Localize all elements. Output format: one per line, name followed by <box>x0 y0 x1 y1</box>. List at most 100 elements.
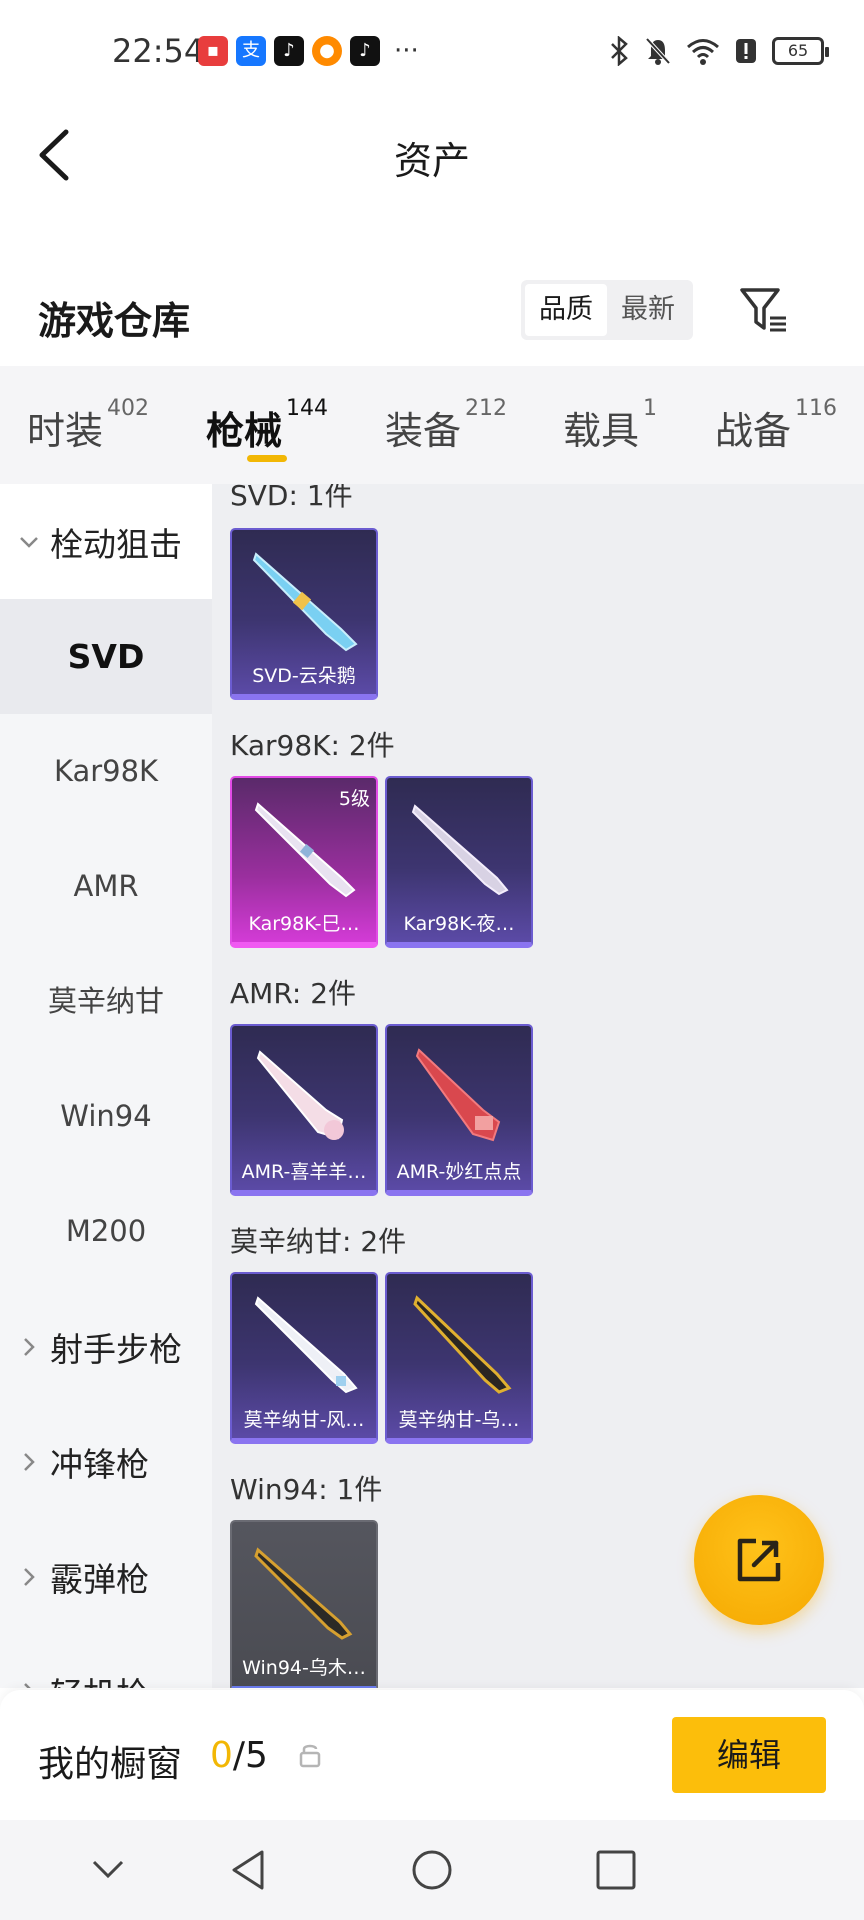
weapon-card-name: SVD-云朵鹅 <box>252 665 356 687</box>
nav-back-icon[interactable] <box>226 1848 270 1892</box>
hide-keyboard-chevron-icon[interactable] <box>88 1848 128 1888</box>
sidebar-group-smg[interactable]: 冲锋枪 <box>0 1404 212 1519</box>
weapon-card-name: 莫辛纳甘-乌… <box>398 1409 520 1431</box>
tab-label: 战备 <box>715 409 792 453</box>
rifle-skin-icon <box>254 1547 353 1640</box>
external-share-icon <box>737 1538 781 1582</box>
group-label-amr: AMR: 2件 <box>230 977 357 1010</box>
tab-count: 116 <box>795 396 838 421</box>
sort-by-newest-button[interactable]: 最新 <box>607 284 689 336</box>
tab-fashion[interactable]: 时装402 <box>27 396 149 455</box>
sidebar-group-label: 冲锋枪 <box>50 1444 149 1484</box>
lock-icon <box>299 1744 321 1768</box>
sidebar-group-shotgun[interactable]: 霰弹枪 <box>0 1519 212 1634</box>
showcase-current-count: 0 <box>210 1735 233 1776</box>
weapon-card-name: Kar98K-巳… <box>248 913 360 935</box>
rifle-skin-icon <box>415 1048 501 1142</box>
huawei-app-icon: ▪ <box>198 36 228 66</box>
chevron-right-icon <box>24 1452 35 1471</box>
status-system-icons: 65 <box>608 36 829 66</box>
nav-home-icon[interactable] <box>410 1848 454 1892</box>
tab-count: 402 <box>107 396 150 421</box>
tiktok-app-icon: ♪ <box>274 36 304 66</box>
category-tabs: 时装402 枪械144 装备212 载具1 战备116 <box>0 366 864 484</box>
showcase-label: 我的橱窗 <box>38 1744 183 1785</box>
tab-count: 1 <box>643 396 658 421</box>
sidebar-group-label: 霰弹枪 <box>50 1559 149 1599</box>
sidebar-item-kar98k[interactable]: Kar98K <box>0 714 212 829</box>
edit-showcase-button[interactable]: 编辑 <box>672 1717 826 1793</box>
sidebar-group-bolt-sniper[interactable]: 栓动狙击 <box>0 484 212 599</box>
tab-equipment[interactable]: 装备212 <box>385 396 507 455</box>
group-label-kar98k: Kar98K: 2件 <box>230 729 395 762</box>
sidebar-item-win94[interactable]: Win94 <box>0 1059 212 1174</box>
showcase-bar: 我的橱窗 0/5 编辑 <box>0 1690 864 1820</box>
weapon-card-name: Win94-乌木… <box>242 1657 366 1679</box>
sidebar-item-mosin[interactable]: 莫辛纳甘 <box>0 944 212 1059</box>
wifi-icon <box>687 39 719 65</box>
weapon-card-kar98k-1[interactable]: 5级 Kar98K-巳… <box>230 776 378 948</box>
weapon-card-kar98k-2[interactable]: Kar98K-夜… <box>385 776 533 948</box>
chevron-down-icon <box>20 536 38 548</box>
weapon-card-mosin-1[interactable]: 莫辛纳甘-风… <box>230 1272 378 1444</box>
tab-count: 144 <box>286 396 329 421</box>
nav-recents-icon[interactable] <box>594 1848 638 1892</box>
active-tab-indicator <box>247 455 287 462</box>
sidebar-item-amr[interactable]: AMR <box>0 829 212 944</box>
rifle-skin-icon <box>252 552 358 652</box>
sidebar-item-svd[interactable]: SVD <box>0 599 212 714</box>
weapon-card-svd-cloud-goose[interactable]: SVD-云朵鹅 <box>230 528 378 700</box>
status-app-icons: ▪ 支 ♪ ● ♪ ··· <box>198 36 419 66</box>
weapon-card-win94[interactable]: Win94-乌木… <box>230 1520 378 1688</box>
section-title: 游戏仓库 <box>38 299 191 343</box>
tab-weapons[interactable]: 枪械144 <box>206 396 328 455</box>
alert-icon <box>736 39 756 63</box>
weapon-level-badge: 5级 <box>338 788 370 810</box>
group-label-win94: Win94: 1件 <box>230 1473 383 1506</box>
tab-label: 时装 <box>27 409 104 453</box>
weapon-card-amr-1[interactable]: AMR-喜羊羊… <box>230 1024 378 1196</box>
battery-icon: 65 <box>772 37 829 65</box>
chevron-right-icon <box>24 1567 35 1586</box>
weapon-card-name: Kar98K-夜… <box>403 913 515 935</box>
chevron-right-icon <box>24 1682 32 1688</box>
weapon-card-mosin-2[interactable]: 莫辛纳甘-乌… <box>385 1272 533 1444</box>
weapon-card-name: AMR-喜羊羊… <box>241 1161 367 1183</box>
rifle-skin-icon <box>254 1296 358 1394</box>
sidebar-item-m200[interactable]: M200 <box>0 1174 212 1289</box>
chevron-right-icon <box>24 1337 35 1356</box>
tab-vehicles[interactable]: 载具1 <box>563 396 657 455</box>
weapon-card-name: AMR-妙红点点 <box>396 1161 522 1183</box>
weapon-card-name: 莫辛纳甘-风… <box>243 1409 365 1431</box>
filter-icon[interactable] <box>738 284 790 336</box>
more-notifications-icon: ··· <box>394 36 419 66</box>
sidebar-group-lmg[interactable]: 轻机枪 <box>0 1634 212 1688</box>
tab-count: 212 <box>465 396 508 421</box>
page-title: 资产 <box>393 139 470 183</box>
rifle-skin-icon <box>256 1050 344 1140</box>
warehouse-section-bar: 游戏仓库 品质 最新 <box>0 270 864 366</box>
share-fab-button[interactable] <box>694 1495 824 1625</box>
tab-label: 载具 <box>563 409 640 453</box>
alipay-app-icon: 支 <box>236 36 266 66</box>
group-label-mosin: 莫辛纳甘: 2件 <box>230 1225 407 1258</box>
showcase-count: 0/5 <box>210 1735 268 1776</box>
tab-label: 枪械 <box>206 409 283 453</box>
sidebar-group-label: 栓动狙击 <box>50 524 182 564</box>
tiktok-app-icon: ♪ <box>350 36 380 66</box>
tab-label: 装备 <box>385 409 462 453</box>
sidebar-group-label: 轻机枪 <box>50 1668 149 1689</box>
sort-by-quality-button[interactable]: 品质 <box>525 284 607 336</box>
bluetooth-icon <box>611 36 628 66</box>
rifle-skin-icon <box>411 804 509 896</box>
header: 资产 <box>0 100 864 210</box>
status-bar: 22:54 ▪ 支 ♪ ● ♪ ··· 65 <box>0 0 864 100</box>
rifle-skin-icon <box>413 1295 512 1394</box>
showcase-total-count: /5 <box>232 1735 268 1776</box>
status-time: 22:54 <box>112 32 205 70</box>
weapon-type-sidebar: 栓动狙击 SVD Kar98K AMR 莫辛纳甘 Win94 M200 射手步枪… <box>0 484 212 1688</box>
tab-combat-gear[interactable]: 战备116 <box>715 396 837 455</box>
weapon-card-amr-2[interactable]: AMR-妙红点点 <box>385 1024 533 1196</box>
sidebar-group-marksman-rifle[interactable]: 射手步枪 <box>0 1289 212 1404</box>
sort-toggle: 品质 最新 <box>521 280 693 340</box>
